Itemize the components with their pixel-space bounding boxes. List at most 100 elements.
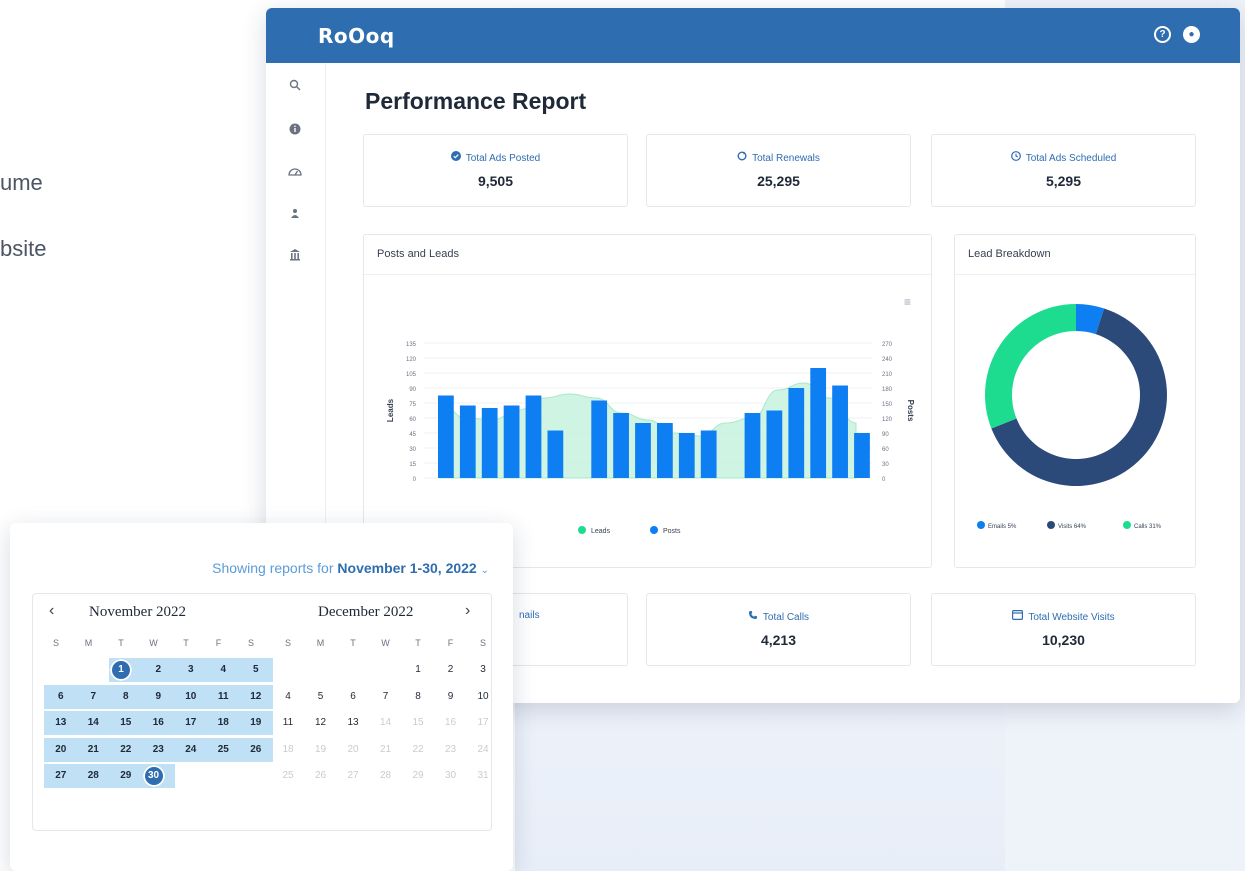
right-tick-label: 30 <box>882 462 889 468</box>
calendar-day[interactable]: 8 <box>109 684 143 709</box>
legend-label-leads: Leads <box>591 528 611 535</box>
phone-icon <box>748 610 758 623</box>
right-tick-label: 60 <box>882 447 889 453</box>
users-icon[interactable] <box>285 205 305 225</box>
calendar-day[interactable]: 23 <box>141 737 175 762</box>
calendar-day[interactable]: 14 <box>76 711 110 735</box>
right-tick-label: 90 <box>882 432 889 438</box>
calendar-day[interactable]: 10 <box>174 684 208 709</box>
calendar-day[interactable]: 14 <box>374 711 398 735</box>
calendar-day[interactable]: 6 <box>341 685 365 709</box>
building-icon[interactable] <box>285 247 305 267</box>
calendar-day[interactable]: 9 <box>439 685 463 709</box>
info-icon[interactable] <box>285 121 305 141</box>
calendar-day[interactable]: 4 <box>276 685 300 709</box>
weekday-label: W <box>381 638 390 648</box>
calendar-day[interactable]: 21 <box>76 737 110 762</box>
calendar-day[interactable]: 2 <box>439 658 463 682</box>
calendar-day[interactable]: 27 <box>44 764 78 788</box>
calendar-day[interactable]: 21 <box>374 738 398 762</box>
y2-axis-label: Posts <box>906 400 915 422</box>
calendar-day[interactable]: 7 <box>374 685 398 709</box>
user-icon[interactable]: ● <box>1183 26 1200 43</box>
calendar-day[interactable]: 10 <box>471 685 495 709</box>
legend-marker-posts <box>650 526 658 534</box>
calendar-day[interactable]: 17 <box>471 711 495 735</box>
posts-bar <box>635 423 651 478</box>
lead-breakdown-card: Lead Breakdown Emails 5% Visits 64% Calls … <box>954 234 1196 568</box>
calendar-day[interactable]: 20 <box>44 737 78 762</box>
weekday-label: M <box>84 638 93 648</box>
calendar-day[interactable]: 26 <box>309 764 333 788</box>
calendar-day[interactable]: 1 <box>406 658 430 682</box>
page-title: Performance Report <box>365 88 587 114</box>
calendar-day[interactable]: 29 <box>109 764 143 788</box>
calendar-day[interactable]: 3 <box>471 658 495 682</box>
help-icon[interactable]: ? <box>1154 26 1171 43</box>
calendar-day[interactable]: 20 <box>341 738 365 762</box>
next-month-button[interactable]: › <box>465 602 470 620</box>
weekday-label: T <box>415 638 421 648</box>
calendar-day[interactable]: 1 <box>109 658 143 682</box>
y-axis-label: Leads <box>386 398 395 422</box>
calendar-day[interactable]: 12 <box>309 711 333 735</box>
calendar-day[interactable]: 11 <box>276 711 300 735</box>
date-range-toggle[interactable]: Showing reports for November 1-30, 2022 … <box>212 560 489 576</box>
right-tick-label: 240 <box>882 357 893 363</box>
calendar-day[interactable]: 25 <box>276 764 300 788</box>
calendar-day[interactable]: 24 <box>471 738 495 762</box>
calendar-day[interactable]: 22 <box>406 738 430 762</box>
calendar-day[interactable]: 13 <box>44 711 78 735</box>
side-text-1: ume <box>0 170 43 195</box>
calendar-day[interactable]: 22 <box>109 737 143 762</box>
calendar-day[interactable]: 9 <box>141 684 175 709</box>
calendar-day[interactable]: 30 <box>439 764 463 788</box>
calendar-day[interactable]: 7 <box>76 684 110 709</box>
calendar-day[interactable]: 15 <box>406 711 430 735</box>
calendar-day[interactable]: 5 <box>309 685 333 709</box>
calendar-day[interactable]: 16 <box>141 711 175 735</box>
prev-month-button[interactable]: ‹ <box>49 602 54 620</box>
calendar-day[interactable]: 17 <box>174 711 208 735</box>
calendar-day[interactable]: 11 <box>206 684 240 709</box>
dashboard-icon[interactable] <box>285 163 305 183</box>
calendar-day[interactable]: 6 <box>44 684 78 709</box>
posts-bar <box>481 408 498 478</box>
calendar-day[interactable]: 27 <box>341 764 365 788</box>
calendar-day[interactable]: 4 <box>206 658 240 682</box>
posts-bar <box>459 405 476 478</box>
calendar-day[interactable]: 12 <box>239 684 273 709</box>
posts-bar <box>591 400 608 478</box>
calendar-day[interactable]: 29 <box>406 764 430 788</box>
calendar-day[interactable]: 24 <box>174 737 208 762</box>
calendar-day[interactable]: 13 <box>341 711 365 735</box>
calendar-day[interactable]: 18 <box>206 711 240 735</box>
calendar-day[interactable]: 30 <box>141 764 175 788</box>
date-range-picker: Showing reports for November 1-30, 2022 … <box>10 523 513 871</box>
legend-marker-leads <box>578 526 586 534</box>
legend-label-posts: Posts <box>663 528 681 535</box>
calendar-day[interactable]: 19 <box>309 738 333 762</box>
calendar-day[interactable]: 5 <box>239 658 273 682</box>
calendar-day[interactable]: 8 <box>406 685 430 709</box>
calendar-day[interactable]: 2 <box>141 658 175 682</box>
month-title-december: December 2022 <box>318 604 414 620</box>
calendar-day[interactable]: 31 <box>471 764 495 788</box>
lead-breakdown-chart: Emails 5% Visits 64% Calls 31% <box>977 304 1167 530</box>
search-icon[interactable] <box>285 77 305 97</box>
calendar-day[interactable]: 23 <box>439 738 463 762</box>
calendar-day[interactable]: 3 <box>174 658 208 682</box>
left-tick-label: 120 <box>406 357 417 363</box>
calendar-day[interactable]: 18 <box>276 738 300 762</box>
stat-value: 9,505 <box>477 173 514 189</box>
calendar-day[interactable]: 25 <box>206 737 240 762</box>
left-tick-label: 105 <box>406 372 417 378</box>
calendar-day[interactable]: 28 <box>76 764 110 788</box>
calendar-day[interactable]: 19 <box>239 711 273 735</box>
calendar-day[interactable]: 26 <box>239 737 273 762</box>
weekday-label: T <box>183 638 189 648</box>
calendar-day[interactable]: 16 <box>439 711 463 735</box>
calendar-day[interactable]: 28 <box>374 764 398 788</box>
calendar-day[interactable]: 15 <box>109 711 143 735</box>
left-tick-label: 15 <box>409 462 416 468</box>
